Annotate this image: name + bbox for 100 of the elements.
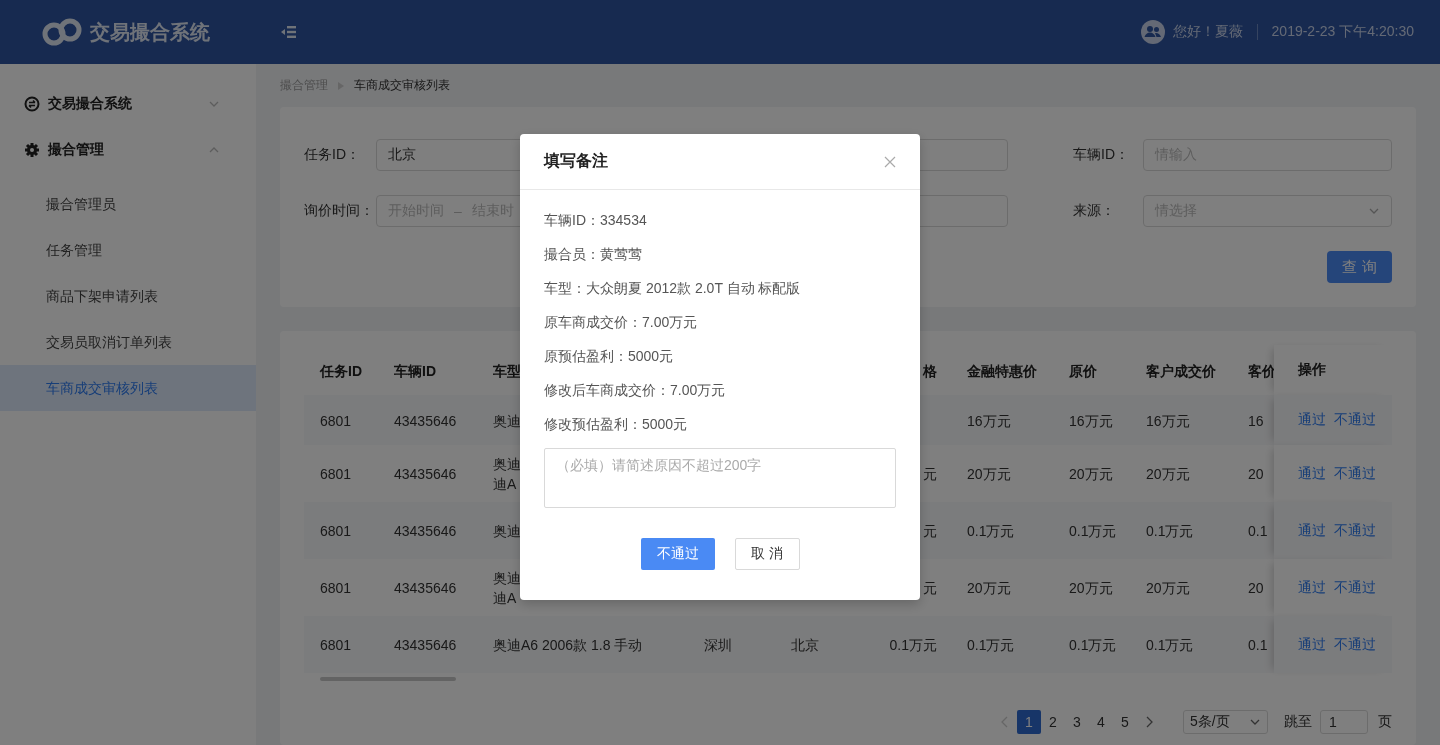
field-label: 来源： [1073, 202, 1116, 220]
table-cell-text: 16万元 [1069, 411, 1113, 431]
column-header: 客户成交价 [1146, 361, 1216, 381]
table-cell-text: 元 [923, 465, 937, 485]
action-link[interactable]: 不通过 [1334, 578, 1376, 597]
remark-textarea[interactable]: （必填）请简述原因不超过200字 [544, 448, 896, 508]
table-cell-text: 深圳 [704, 636, 732, 656]
sidebar-item[interactable]: 商品下架申请列表 [0, 273, 256, 319]
action-link[interactable]: 通过 [1298, 521, 1326, 540]
table-cell-text: 0.1万元 [967, 636, 1015, 656]
table-cell-text: 43435646 [394, 465, 457, 485]
sidebar-item[interactable]: 任务管理 [0, 227, 256, 273]
table-cell-text: 0.1 [1248, 636, 1268, 656]
table-cell-text: 0.1万元 [1069, 522, 1117, 542]
table-cell-text: 0.1万元 [1146, 522, 1194, 542]
detail-text: 修改预估盈利：5000元 [544, 415, 689, 434]
table-cell-text: 6801 [320, 636, 352, 656]
sidebar-item[interactable]: 交易员取消订单列表 [0, 319, 256, 365]
table-cell-text: 0.1万元 [1069, 636, 1117, 656]
page-button[interactable]: 5 [1113, 710, 1137, 734]
action-link[interactable]: 不通过 [1334, 635, 1376, 654]
page-size-select[interactable]: 5条/页 [1183, 710, 1268, 734]
action-link[interactable]: 通过 [1298, 464, 1326, 483]
breadcrumb-item: 车商成交审核列表 [354, 77, 450, 94]
gear-icon [24, 142, 40, 158]
table-cell-text: 43435646 [394, 636, 457, 656]
column-header: 操作 [1274, 345, 1392, 395]
action-link[interactable]: 通过 [1298, 578, 1326, 597]
sidebar-item[interactable]: 车商成交审核列表 [0, 365, 256, 411]
table-cell-text: 20万元 [967, 465, 1011, 485]
table-cell-text: 20万元 [1069, 465, 1113, 485]
table-cell-text: 20 [1248, 465, 1264, 485]
action-link[interactable]: 不通过 [1334, 464, 1376, 483]
sidebar-group-label[interactable]: 撮合管理 [48, 141, 104, 159]
column-header: 任务ID [320, 361, 362, 381]
page-button[interactable]: 3 [1065, 710, 1089, 734]
table-cell-text: 6801 [320, 522, 352, 542]
table-cell-text: 0.1万元 [1146, 636, 1194, 656]
table-cell-text: 43435646 [394, 579, 457, 599]
detail-text: 撮合员：黄莺莺 [544, 245, 643, 264]
detail-text: 车型：大众朗夏 2012款 2.0T 自动 标配版 [544, 279, 802, 298]
sidebar-item[interactable]: 撮合管理员 [0, 181, 256, 227]
menu-fold-icon[interactable] [280, 24, 296, 40]
page-button[interactable]: 2 [1041, 710, 1065, 734]
app-title: 交易撮合系统 [90, 19, 210, 45]
page-suffix: 页 [1378, 713, 1392, 731]
close-icon[interactable] [884, 155, 896, 168]
table-cell-text: 0.1万元 [889, 636, 937, 656]
column-header: 客价 [1248, 361, 1276, 381]
greeting-text: 您好！夏薇 [1172, 23, 1243, 41]
detail-text: 修改后车商成交价：7.00万元 [544, 381, 727, 400]
table-cell-text: 20万元 [1146, 579, 1190, 599]
table-cell-text: 20万元 [1146, 465, 1190, 485]
table-cell-text: 奥迪 [493, 411, 521, 431]
action-link[interactable]: 不通过 [1334, 411, 1376, 429]
reject-button[interactable]: 不通过 [640, 538, 715, 570]
cancel-button[interactable]: 取 消 [734, 538, 800, 570]
table-cell-text: 16 [1248, 411, 1264, 431]
table-cell-text: 20 [1248, 579, 1264, 599]
table-cell-text: 奥迪迪A [493, 568, 521, 608]
table-cell-text: 北京 [791, 636, 819, 656]
field-label: 任务ID： [304, 146, 361, 164]
action-link[interactable]: 通过 [1298, 411, 1326, 429]
table-cell-text: 0.1万元 [967, 522, 1015, 542]
detail-text: 原预估盈利：5000元 [544, 347, 675, 366]
table-cell-text: 6801 [320, 465, 352, 485]
sidebar-group-label[interactable]: 交易撮合系统 [48, 95, 132, 113]
table-cell-text: 奥迪迪A [493, 454, 521, 494]
date-time: 2019-2-23 下午4:20:30 [1271, 23, 1414, 41]
table-cell-text: 16万元 [1146, 411, 1190, 431]
page-button[interactable]: 4 [1089, 710, 1113, 734]
user-group-icon [1140, 20, 1165, 44]
exchange-icon [24, 96, 40, 112]
detail-text: 原车商成交价：7.00万元 [544, 313, 699, 332]
table-cell-text: 20万元 [1069, 579, 1113, 599]
dialog-title: 填写备注 [544, 151, 608, 171]
table-cell-text: 20万元 [967, 579, 1011, 599]
table-cell-text: 0.1 [1248, 522, 1268, 542]
column-header: 格 [923, 361, 937, 381]
column-header: 金融特惠价 [967, 361, 1037, 381]
action-link[interactable]: 不通过 [1334, 521, 1376, 540]
field-label: 车辆ID： [1073, 146, 1130, 164]
field-label: 询价时间： [304, 202, 375, 220]
action-link[interactable]: 通过 [1298, 635, 1326, 654]
table-cell-text: 奥迪A6 2006款 1.8 手动 [493, 636, 643, 656]
logo-icon [42, 18, 82, 46]
table-cell-text: 43435646 [394, 411, 457, 431]
page-input[interactable]: 1 [1320, 710, 1368, 734]
table-cell-text: 元 [923, 579, 937, 599]
column-header: 车型 [493, 361, 521, 381]
table-cell-text: 元 [923, 522, 937, 542]
column-header: 车辆ID [394, 361, 436, 381]
table-cell-text: 6801 [320, 411, 352, 431]
page-button[interactable]: 1 [1017, 710, 1041, 734]
column-header: 原价 [1069, 361, 1097, 381]
table-cell-text: 16万元 [967, 411, 1011, 431]
table-cell-text: 6801 [320, 579, 352, 599]
search-button[interactable]: 查 询 [1327, 251, 1392, 283]
jump-label: 跳至 [1284, 713, 1312, 731]
table-cell-text: 奥迪 [493, 522, 521, 542]
